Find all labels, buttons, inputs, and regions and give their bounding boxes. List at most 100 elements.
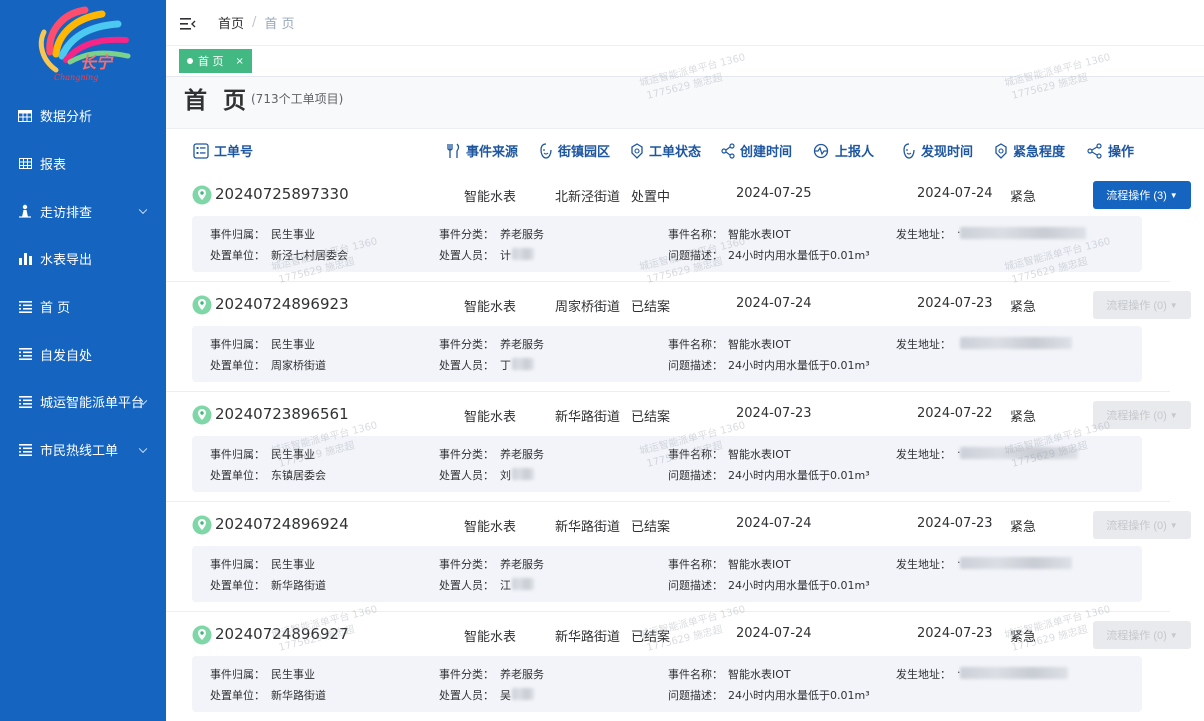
- event-source: 智能水表: [464, 520, 517, 535]
- found-time: 2024-07-22: [917, 406, 993, 421]
- breadcrumb-root[interactable]: 首页: [218, 13, 244, 32]
- work-order-id[interactable]: 20240724896927: [215, 625, 349, 643]
- work-order-id[interactable]: 20240725897330: [215, 185, 349, 203]
- work-order-count: (713个工单项目): [251, 92, 344, 106]
- category-label: 事件分类：: [439, 228, 494, 241]
- work-order-detail: 事件归属： 民生事业 处置单位： 东镇居委会 事件分类： 养老服务 处置人员： 刘 事件名称： 智…: [192, 436, 1142, 492]
- sidebar-item-5[interactable]: 自发自处: [0, 330, 166, 378]
- breadcrumb: 首页 / 首 页: [218, 13, 295, 32]
- sidebar-item-label: 数据分析: [40, 110, 93, 126]
- person-value: 吴: [500, 689, 511, 702]
- work-order-id[interactable]: 20240724896923: [215, 295, 349, 313]
- sidebar-item-label: 城运智能派单平台: [40, 396, 145, 412]
- person-value: 江: [500, 579, 511, 592]
- event-source: 智能水表: [464, 630, 517, 645]
- col-urgency: 紧急程度: [994, 141, 1065, 160]
- caret-down-icon: ▼: [1169, 520, 1178, 530]
- col-source-label: 事件来源: [466, 145, 519, 160]
- col-work-order-label: 工单号: [214, 145, 254, 160]
- category-label: 事件分类：: [439, 558, 494, 571]
- desc-label: 问题描述：: [668, 469, 723, 482]
- col-street-label: 街镇园区: [558, 145, 611, 160]
- page-header: 首 页 (713个工单项目): [166, 77, 1204, 129]
- person-value: 刘: [500, 469, 511, 482]
- event-source: 智能水表: [464, 300, 517, 315]
- bar-chart-icon: [18, 252, 32, 266]
- belong-label: 事件归属：: [210, 668, 265, 681]
- desc-value: 24小时内用水量低于0.01m³: [728, 249, 870, 262]
- caret-down-icon: ▼: [1169, 300, 1178, 310]
- process-action-button[interactable]: 流程操作 (3) ▼: [1093, 181, 1191, 209]
- table-row: 20240725897330 智能水表 北新泾街道 处置中 2024-07-25 2024…: [166, 172, 1191, 282]
- caret-down-icon: ▼: [1169, 410, 1178, 420]
- unit-label: 处置单位：: [210, 469, 265, 482]
- unit-value: 周家桥街道: [271, 359, 326, 372]
- address-label: 发生地址：: [896, 668, 951, 681]
- person-label: 处置人员：: [439, 249, 494, 262]
- list-icon: [18, 443, 32, 457]
- sidebar-item-1[interactable]: 报表: [0, 140, 166, 188]
- belong-value: 民生事业: [271, 448, 315, 461]
- sidebar-item-7[interactable]: 市民热线工单: [0, 426, 166, 474]
- unit-value: 新华路街道: [271, 579, 326, 592]
- person-label: 处置人员：: [439, 469, 494, 482]
- col-reporter-label: 上报人: [835, 145, 875, 160]
- redacted-name: [512, 688, 534, 700]
- pulse-icon: [813, 143, 829, 158]
- created-time: 2024-07-24: [736, 296, 812, 311]
- sidebar-item-2[interactable]: 走访排查: [0, 187, 166, 235]
- process-action-button[interactable]: 流程操作 (0) ▼: [1093, 511, 1191, 539]
- sidebar-item-3[interactable]: 水表导出: [0, 235, 166, 283]
- redacted-name: [512, 248, 534, 260]
- work-order-detail: 事件归属： 民生事业 处置单位： 新华路街道 事件分类： 养老服务 处置人员： 吴 事件名称： 智…: [192, 656, 1142, 712]
- menu-toggle-icon[interactable]: [180, 16, 196, 30]
- desc-value: 24小时内用水量低于0.01m³: [728, 359, 870, 372]
- found-time: 2024-07-23: [917, 296, 993, 311]
- tags-view: 首 页 ×: [166, 46, 1204, 77]
- created-time: 2024-07-24: [736, 626, 812, 641]
- street: 新华路街道: [555, 630, 621, 645]
- location-pin-icon: [192, 515, 212, 535]
- event-name-label: 事件名称：: [668, 558, 723, 571]
- redacted-address: [960, 227, 1086, 239]
- process-action-label: 流程操作 (0): [1106, 300, 1167, 312]
- address-label: 发生地址：: [896, 338, 951, 351]
- work-order-list: 20240725897330 智能水表 北新泾街道 处置中 2024-07-25 2024…: [166, 172, 1204, 721]
- sidebar-item-6[interactable]: 城运智能派单平台: [0, 378, 166, 426]
- urgency: 紧急: [1010, 300, 1037, 315]
- status: 已结案: [631, 520, 671, 535]
- unit-value: 新华路街道: [271, 689, 326, 702]
- process-action-label: 流程操作 (0): [1106, 410, 1167, 422]
- process-action-button[interactable]: 流程操作 (0) ▼: [1093, 401, 1191, 429]
- event-name-label: 事件名称：: [668, 228, 723, 241]
- top-bar: 首页 / 首 页: [166, 0, 1204, 46]
- close-icon[interactable]: ×: [236, 56, 244, 67]
- person-label: 处置人员：: [439, 689, 494, 702]
- work-order-detail: 事件归属： 民生事业 处置单位： 新华路街道 事件分类： 养老服务 处置人员： 江 事件名称： 智…: [192, 546, 1142, 602]
- status: 处置中: [631, 190, 671, 205]
- caret-down-icon: ▼: [1169, 630, 1178, 640]
- process-action-button[interactable]: 流程操作 (0) ▼: [1093, 621, 1191, 649]
- process-action-button[interactable]: 流程操作 (0) ▼: [1093, 291, 1191, 319]
- share-icon: [721, 142, 735, 159]
- sidebar-item-4[interactable]: 首 页: [0, 283, 166, 331]
- work-order-id[interactable]: 20240724896924: [215, 515, 349, 533]
- sidebar-item-0[interactable]: 数据分析: [0, 92, 166, 140]
- share-icon: [1087, 142, 1102, 159]
- breadcrumb-separator: /: [252, 15, 257, 30]
- col-source: 事件来源: [447, 141, 518, 160]
- col-status-label: 工单状态: [649, 145, 702, 160]
- svg-text:长宁: 长宁: [80, 53, 114, 72]
- urgency: 紧急: [1010, 520, 1037, 535]
- event-name-value: 智能水表IOT: [728, 448, 791, 461]
- redacted-name: [512, 578, 534, 590]
- chevron-down-icon: [138, 205, 148, 215]
- street: 北新泾街道: [555, 190, 621, 205]
- belong-label: 事件归属：: [210, 228, 265, 241]
- badge-icon: [631, 142, 643, 159]
- tag-label: 首 页: [198, 55, 224, 68]
- work-order-id[interactable]: 20240723896561: [215, 405, 349, 423]
- tag-home[interactable]: 首 页 ×: [179, 49, 252, 73]
- category-label: 事件分类：: [439, 448, 494, 461]
- location-pin-icon: [192, 405, 212, 425]
